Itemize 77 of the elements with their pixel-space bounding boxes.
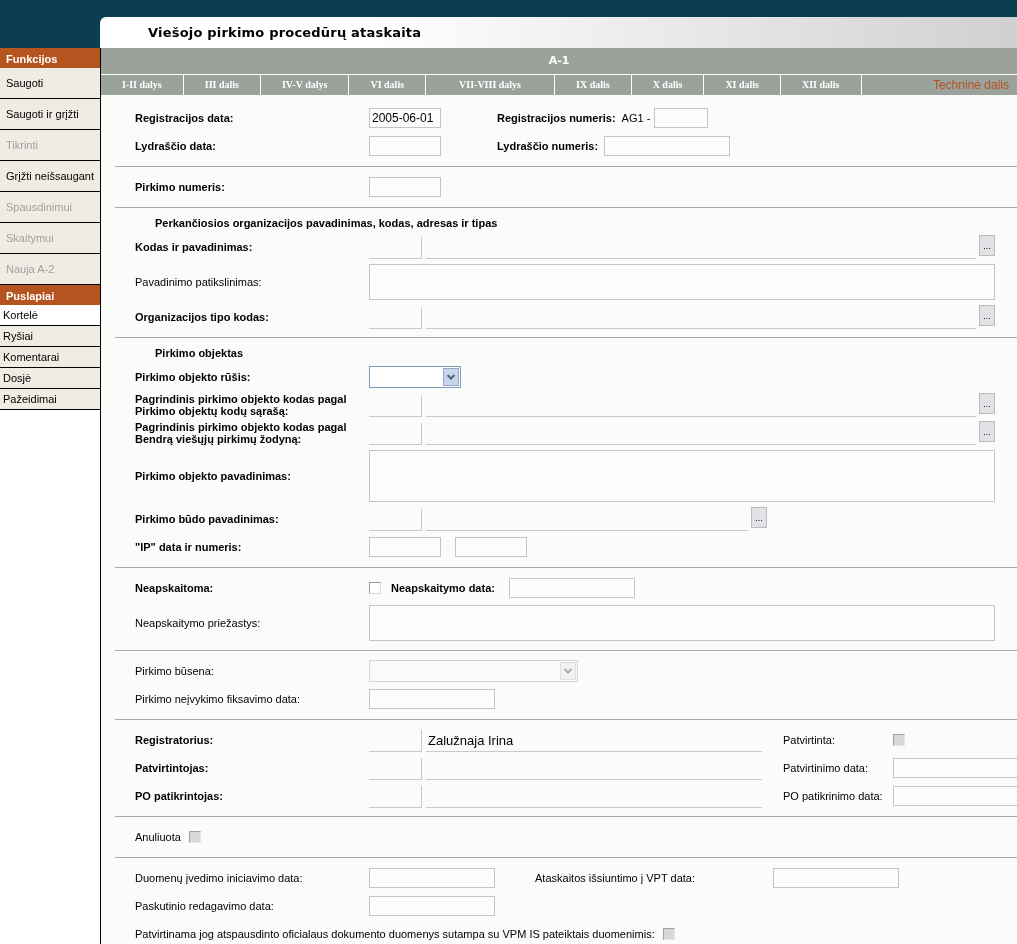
section-heading: Perkančiosios organizacijos pavadinimas, kodas, adresas ir tipas bbox=[154, 216, 499, 231]
page-title: Viešojo pirkimo procedūrų ataskaita bbox=[100, 17, 1017, 48]
field-label: Patvirtinimo data: bbox=[783, 762, 869, 774]
code-field[interactable] bbox=[369, 395, 422, 417]
field-label: Ataskaitos išsiuntimo į VPT data: bbox=[535, 872, 696, 884]
text-field[interactable] bbox=[369, 177, 441, 197]
field-label: Neapskaitoma: bbox=[135, 582, 215, 594]
field-label: Duomenų įvedimo iniciavimo data: bbox=[135, 872, 304, 884]
field-label: Pirkimo numeris: bbox=[135, 181, 226, 193]
field-label: Organizacijos tipo kodas: bbox=[135, 311, 270, 323]
field-label: AG1 - bbox=[621, 112, 651, 124]
field-label: Pavadinimo patikslinimas: bbox=[135, 276, 263, 288]
field-label: Pagrindinis pirkimo objekto kodas pagal Bendrą viešųjų pirkimų žodyną: bbox=[135, 421, 348, 445]
field-label: Patvirtintojas: bbox=[135, 762, 210, 774]
code-field[interactable] bbox=[369, 423, 422, 445]
sidebar-button[interactable]: Saugoti bbox=[0, 68, 100, 99]
field-label: Pirkimo būdo pavadinimas: bbox=[135, 513, 280, 525]
field-label: Pirkimo būsena: bbox=[135, 665, 215, 677]
sidebar-button[interactable]: Saugoti ir grįžti bbox=[0, 99, 100, 130]
browse-button[interactable]: ... bbox=[979, 393, 995, 414]
field-label: Lydraščio data: bbox=[135, 140, 217, 152]
text-field[interactable] bbox=[893, 758, 1017, 778]
sidebar-button[interactable]: Grįžti neišsaugant bbox=[0, 161, 100, 192]
text-field[interactable] bbox=[508, 578, 635, 598]
page-link[interactable]: Komentarai bbox=[0, 347, 100, 368]
field-label: Patvirtinama jog atspausdinto oficialaus dokumento duomenys sutampa su VPM IS pateiktais duomenimis: bbox=[135, 928, 655, 940]
browse-button[interactable]: ... bbox=[979, 305, 995, 326]
text-field[interactable]: 2005-06-01 bbox=[369, 108, 441, 128]
browse-button[interactable]: ... bbox=[979, 421, 995, 442]
text-field[interactable] bbox=[773, 868, 899, 888]
field-label: Neapskaitymo data: bbox=[391, 582, 495, 594]
field-label: Registratorius: bbox=[135, 734, 215, 746]
text-area[interactable] bbox=[369, 605, 995, 641]
field-label: Neapskaitymo priežastys: bbox=[135, 617, 262, 629]
code-field[interactable] bbox=[369, 509, 422, 531]
field-label: PO patikrintojas: bbox=[135, 790, 225, 802]
browse-button[interactable]: ... bbox=[979, 235, 995, 256]
text-field[interactable] bbox=[604, 136, 731, 156]
field-label: Pirkimo neįvykimo fiksavimo data: bbox=[135, 693, 302, 705]
text-field[interactable] bbox=[893, 786, 1017, 806]
code-field[interactable] bbox=[369, 237, 422, 259]
text-area[interactable] bbox=[369, 450, 995, 502]
code-field[interactable] bbox=[369, 730, 422, 752]
field-label: Registracijos data: bbox=[135, 112, 235, 124]
field-label: Lydraščio numeris: bbox=[497, 140, 599, 152]
field-label: Patvirtinta: bbox=[783, 734, 836, 746]
name-field[interactable]: Zalužnaja Irina bbox=[426, 730, 762, 752]
page-link[interactable]: Ryšiai bbox=[0, 326, 100, 347]
field-label: Kodas ir pavadinimas: bbox=[135, 241, 254, 253]
sidebar-heading: Funkcijos bbox=[0, 48, 100, 68]
text-field[interactable] bbox=[369, 689, 495, 709]
browse-button[interactable]: ... bbox=[751, 507, 767, 528]
page-link[interactable]: Pažeidimai bbox=[0, 389, 100, 410]
dropdown[interactable] bbox=[369, 366, 461, 388]
sidebar-heading: Puslapiai bbox=[0, 285, 100, 305]
field-label: PO patikrinimo data: bbox=[783, 790, 884, 802]
page-link[interactable]: Dosjė bbox=[0, 368, 100, 389]
field-label: Pirkimo objekto rūšis: bbox=[135, 371, 252, 383]
text-field[interactable] bbox=[455, 537, 527, 557]
text-field[interactable] bbox=[654, 108, 709, 128]
text-field[interactable] bbox=[369, 537, 441, 557]
text-field[interactable] bbox=[369, 136, 441, 156]
form-title-bar: A-1 bbox=[101, 48, 1017, 75]
text-field[interactable] bbox=[369, 868, 495, 888]
field-label: "IP" data ir numeris: bbox=[135, 541, 243, 553]
code-field[interactable] bbox=[369, 307, 422, 329]
code-field[interactable] bbox=[369, 758, 422, 780]
field-label: Paskutinio redagavimo data: bbox=[135, 900, 275, 912]
text-area[interactable] bbox=[369, 264, 995, 300]
field-label: Pirkimo objekto pavadinimas: bbox=[135, 470, 292, 482]
field-label: Registracijos numeris: bbox=[497, 112, 616, 124]
text-field[interactable] bbox=[369, 896, 495, 916]
code-field[interactable] bbox=[369, 786, 422, 808]
field-label: Pagrindinis pirkimo objekto kodas pagal Pirkimo objektų kodų sąrašą: bbox=[135, 393, 348, 417]
field-label: Anuliuota bbox=[135, 831, 181, 843]
checkbox[interactable] bbox=[369, 582, 381, 594]
section-heading: Pirkimo objektas bbox=[154, 346, 245, 361]
